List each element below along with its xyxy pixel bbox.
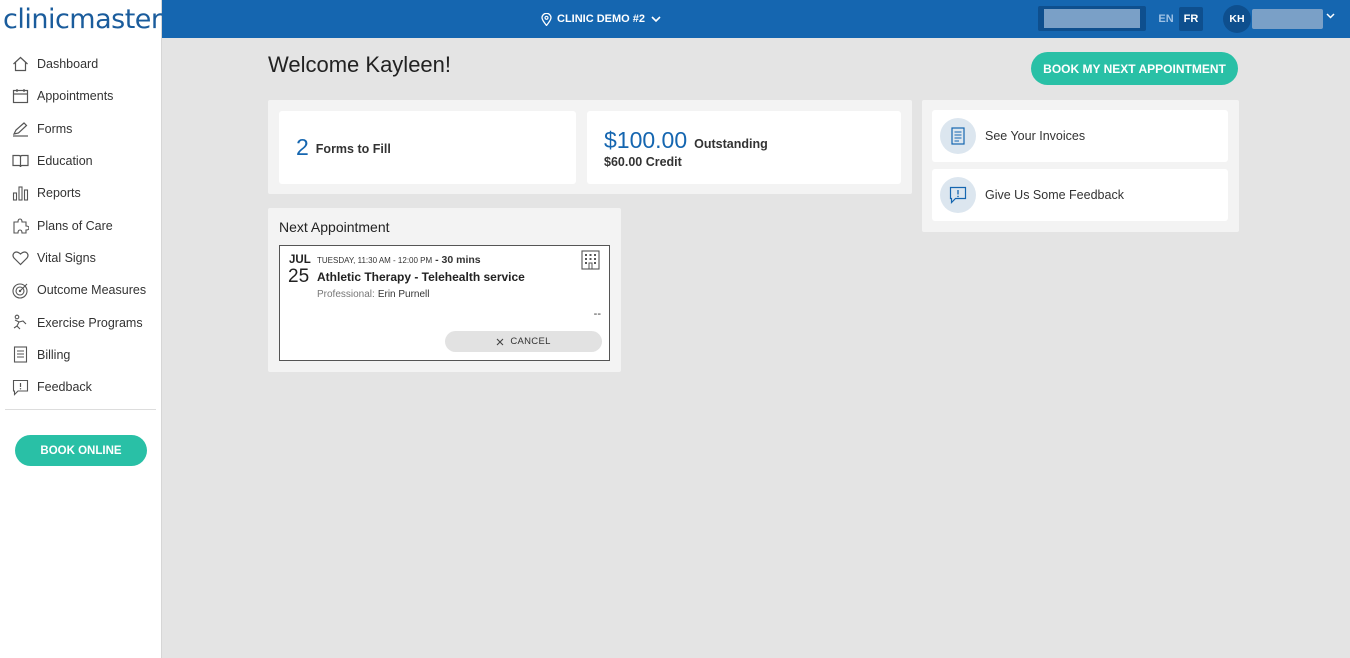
close-icon bbox=[496, 338, 504, 345]
book-online-button[interactable]: BOOK ONLINE bbox=[15, 435, 147, 466]
target-icon bbox=[11, 281, 29, 299]
clinic-selector[interactable]: CLINIC DEMO #2 bbox=[541, 0, 661, 38]
redacted-search-field[interactable] bbox=[1038, 6, 1146, 31]
appointment-location: -- bbox=[593, 308, 601, 320]
forms-card[interactable]: 2 Forms to Fill bbox=[279, 111, 576, 184]
clinicmaster-logo[interactable]: clinicmaster bbox=[0, 0, 162, 38]
appointment-duration: - 30 mins bbox=[435, 254, 481, 266]
feedback-icon bbox=[11, 378, 29, 396]
sidebar-item-education[interactable]: Education bbox=[0, 145, 161, 177]
appointment-month: JUL bbox=[289, 254, 311, 266]
quick-links-panel: See Your Invoices Give Us Some Feedback bbox=[922, 100, 1239, 232]
sidebar-item-label: Exercise Programs bbox=[37, 315, 143, 330]
sidebar-item-appointments[interactable]: Appointments bbox=[0, 80, 161, 112]
language-en-button[interactable]: EN bbox=[1154, 7, 1178, 31]
invoice-icon bbox=[940, 118, 976, 154]
sidebar-item-label: Billing bbox=[37, 347, 71, 362]
sidebar-item-reports[interactable]: Reports bbox=[0, 177, 161, 209]
appointment-professional: Professional: Erin Purnell bbox=[317, 289, 430, 300]
sidebar-item-exercise-programs[interactable]: Exercise Programs bbox=[0, 306, 161, 338]
outstanding-amount: $100.00 bbox=[604, 127, 688, 153]
sidebar-item-vital-signs[interactable]: Vital Signs bbox=[0, 242, 161, 274]
give-feedback-label: Give Us Some Feedback bbox=[985, 188, 1124, 202]
sidebar-nav: Dashboard Appointments Forms Education R… bbox=[0, 48, 161, 411]
credit-amount: $60.00 Credit bbox=[604, 155, 682, 169]
appointment-day: 25 bbox=[288, 266, 310, 287]
feedback-bubble-icon bbox=[940, 177, 976, 213]
book-icon bbox=[11, 152, 29, 170]
puzzle-icon bbox=[11, 217, 29, 235]
forms-count: 2 bbox=[296, 134, 309, 160]
user-menu-chevron-icon[interactable] bbox=[1326, 13, 1335, 19]
appointment-time-range: TUESDAY, 11:30 AM - 12:00 PM bbox=[317, 256, 433, 265]
sidebar-item-plans-of-care[interactable]: Plans of Care bbox=[0, 209, 161, 241]
sidebar-item-label: Feedback bbox=[37, 380, 92, 395]
sidebar: clinicmaster Dashboard Appointments Form… bbox=[0, 0, 162, 658]
sidebar-item-forms[interactable]: Forms bbox=[0, 113, 161, 145]
book-next-appointment-button[interactable]: BOOK MY NEXT APPOINTMENT bbox=[1031, 52, 1238, 85]
sidebar-item-label: Forms bbox=[37, 121, 73, 136]
user-avatar[interactable]: KH bbox=[1223, 5, 1251, 33]
professional-label: Professional: bbox=[317, 289, 375, 300]
give-feedback-link[interactable]: Give Us Some Feedback bbox=[932, 169, 1228, 221]
receipt-icon bbox=[11, 346, 29, 364]
bar-chart-icon bbox=[11, 184, 29, 202]
calendar-icon bbox=[11, 87, 29, 105]
cancel-label: CANCEL bbox=[510, 336, 551, 347]
sidebar-item-label: Outcome Measures bbox=[37, 283, 147, 298]
forms-label: Forms to Fill bbox=[315, 142, 391, 156]
appointment-card[interactable]: JUL 25 TUESDAY, 11:30 AM - 12:00 PM - 30… bbox=[279, 245, 610, 361]
balance-card[interactable]: $100.00 Outstanding $60.00 Credit bbox=[587, 111, 901, 184]
sidebar-divider bbox=[5, 409, 156, 411]
chevron-down-icon bbox=[651, 15, 661, 22]
sidebar-item-dashboard[interactable]: Dashboard bbox=[0, 48, 161, 80]
summary-panel: 2 Forms to Fill $100.00 Outstanding $60.… bbox=[268, 100, 912, 194]
sidebar-item-billing[interactable]: Billing bbox=[0, 339, 161, 371]
exercise-icon bbox=[11, 314, 29, 332]
redacted-user-name[interactable] bbox=[1252, 9, 1323, 29]
sidebar-item-label: Reports bbox=[37, 186, 81, 201]
cancel-appointment-button[interactable]: CANCEL bbox=[445, 331, 602, 352]
sidebar-item-label: Plans of Care bbox=[37, 218, 113, 233]
sidebar-item-label: Appointments bbox=[37, 89, 114, 104]
logo-text: clinicmaster bbox=[3, 3, 162, 35]
sidebar-item-feedback[interactable]: Feedback bbox=[0, 371, 161, 403]
outstanding-label: Outstanding bbox=[694, 137, 768, 151]
heart-icon bbox=[11, 249, 29, 267]
see-invoices-link[interactable]: See Your Invoices bbox=[932, 110, 1228, 162]
top-bar: CLINIC DEMO #2 EN FR KH bbox=[162, 0, 1350, 38]
pen-icon bbox=[11, 120, 29, 138]
next-appointment-title: Next Appointment bbox=[279, 219, 390, 235]
sidebar-item-label: Education bbox=[37, 154, 93, 169]
home-icon bbox=[11, 55, 29, 73]
see-invoices-label: See Your Invoices bbox=[985, 129, 1086, 143]
building-icon bbox=[581, 250, 600, 270]
language-fr-button[interactable]: FR bbox=[1179, 7, 1203, 31]
welcome-heading: Welcome Kayleen! bbox=[268, 52, 452, 77]
sidebar-item-outcome-measures[interactable]: Outcome Measures bbox=[0, 274, 161, 306]
sidebar-item-label: Dashboard bbox=[37, 57, 99, 72]
appointment-service: Athletic Therapy - Telehealth service bbox=[317, 270, 525, 284]
clinic-name: CLINIC DEMO #2 bbox=[557, 13, 646, 25]
sidebar-item-label: Vital Signs bbox=[37, 250, 96, 265]
location-pin-icon bbox=[541, 12, 552, 26]
professional-name: Erin Purnell bbox=[377, 289, 430, 300]
next-appointment-panel: Next Appointment JUL 25 TUESDAY, 11:30 A… bbox=[268, 208, 621, 372]
appointment-time: TUESDAY, 11:30 AM - 12:00 PM - 30 mins bbox=[317, 254, 481, 266]
